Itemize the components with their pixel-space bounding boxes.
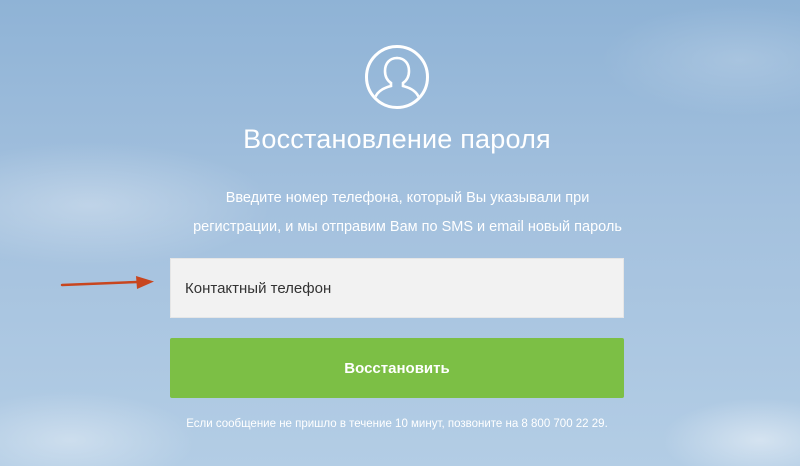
instruction-text: Введите номер телефона, который Вы указы… — [180, 184, 635, 242]
arrow-right-icon — [60, 276, 154, 289]
phone-input[interactable] — [170, 258, 624, 318]
page-title: Восстановление пароля — [243, 124, 551, 154]
instruction-line-2: регистрации, и мы отправим Вам по SMS и … — [193, 219, 622, 235]
user-avatar-icon — [365, 45, 429, 109]
instruction-line-1: Введите номер телефона, который Вы указы… — [225, 190, 590, 206]
support-note: Если сообщение не пришло в течение 10 ми… — [186, 418, 608, 430]
password-recovery-page: Восстановление пароля Введите номер теле… — [0, 0, 800, 466]
restore-button[interactable]: Восстановить — [170, 338, 624, 398]
